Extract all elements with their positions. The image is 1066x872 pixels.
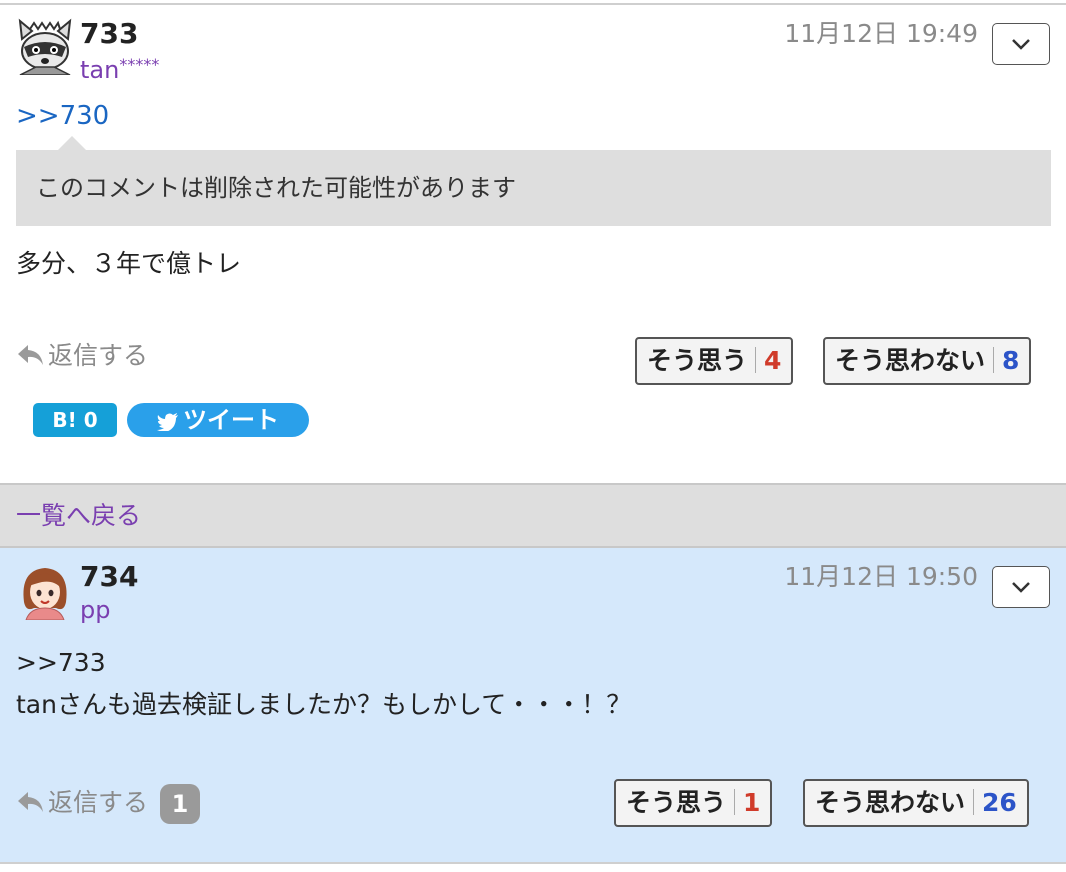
raccoon-avatar (16, 17, 74, 76)
comment-733: 733 tan***** 11月12日 19:49 >>730 このコメントは削… (0, 5, 1066, 483)
disagree-count: 26 (982, 788, 1017, 817)
comment-number: 733 (80, 17, 139, 50)
disagree-button[interactable]: そう思わない 8 (823, 337, 1032, 385)
comment-number: 734 (80, 560, 139, 593)
twitter-bird-icon (157, 413, 178, 432)
disagree-label: そう思わない (815, 788, 966, 817)
comment-menu-button[interactable] (992, 23, 1050, 65)
vote-separator (734, 789, 736, 815)
comment-body-line: >>733 (16, 648, 106, 677)
agree-button[interactable]: そう思う 1 (614, 779, 773, 827)
vote-separator (755, 347, 757, 373)
agree-label: そう思う (647, 346, 748, 375)
reply-label: 返信する (48, 788, 149, 817)
agree-button[interactable]: そう思う 4 (635, 337, 794, 385)
disagree-button[interactable]: そう思わない 26 (803, 779, 1029, 827)
tweet-label: ツイート (183, 406, 279, 434)
username[interactable]: tan***** (80, 51, 159, 84)
comment-body: >>733 tanさんも過去検証しましたか？もしかして・・・！？ (16, 642, 631, 726)
comment-body-line: 多分、３年で億トレ (16, 249, 242, 278)
quote-pointer (58, 136, 86, 150)
back-to-list-link[interactable]: 一覧へ戻る (16, 497, 141, 535)
username[interactable]: pp (80, 596, 110, 624)
woman-avatar (16, 562, 74, 621)
chevron-down-icon (1012, 582, 1030, 593)
reply-count-badge[interactable]: 1 (160, 784, 201, 824)
hatena-bookmark-button[interactable]: B! 0 (33, 403, 117, 437)
comment-menu-button[interactable] (992, 566, 1050, 608)
agree-count: 4 (764, 346, 782, 375)
comment-date: 11月12日 19:50 (784, 562, 978, 591)
reply-arrow-icon (18, 345, 43, 365)
comment-734: 734 pp 11月12日 19:50 >>733 tanさんも過去検証しました… (0, 548, 1066, 864)
back-to-list-bar: 一覧へ戻る (0, 483, 1066, 548)
comment-body-line: tanさんも過去検証しましたか？もしかして・・・！？ (16, 690, 632, 719)
reply-label: 返信する (48, 341, 149, 370)
anchor-link[interactable]: >>730 (16, 101, 109, 131)
agree-label: そう思う (626, 788, 727, 817)
vote-separator (973, 789, 975, 815)
disagree-count: 8 (1002, 346, 1020, 375)
disagree-label: そう思わない (835, 346, 986, 375)
reply-button[interactable]: 返信する 1 (16, 784, 201, 824)
username-mask: ***** (119, 55, 160, 74)
tweet-button[interactable]: ツイート (127, 403, 309, 437)
quoted-comment: このコメントは削除された可能性があります (16, 150, 1051, 226)
comment-date: 11月12日 19:49 (784, 19, 978, 48)
reply-button[interactable]: 返信する (16, 341, 148, 371)
vote-separator (993, 347, 995, 373)
username-text: tan (80, 56, 120, 84)
comment-body: 多分、３年で億トレ (16, 243, 241, 285)
reply-arrow-icon (18, 792, 43, 812)
chevron-down-icon (1012, 39, 1030, 50)
agree-count: 1 (743, 788, 761, 817)
